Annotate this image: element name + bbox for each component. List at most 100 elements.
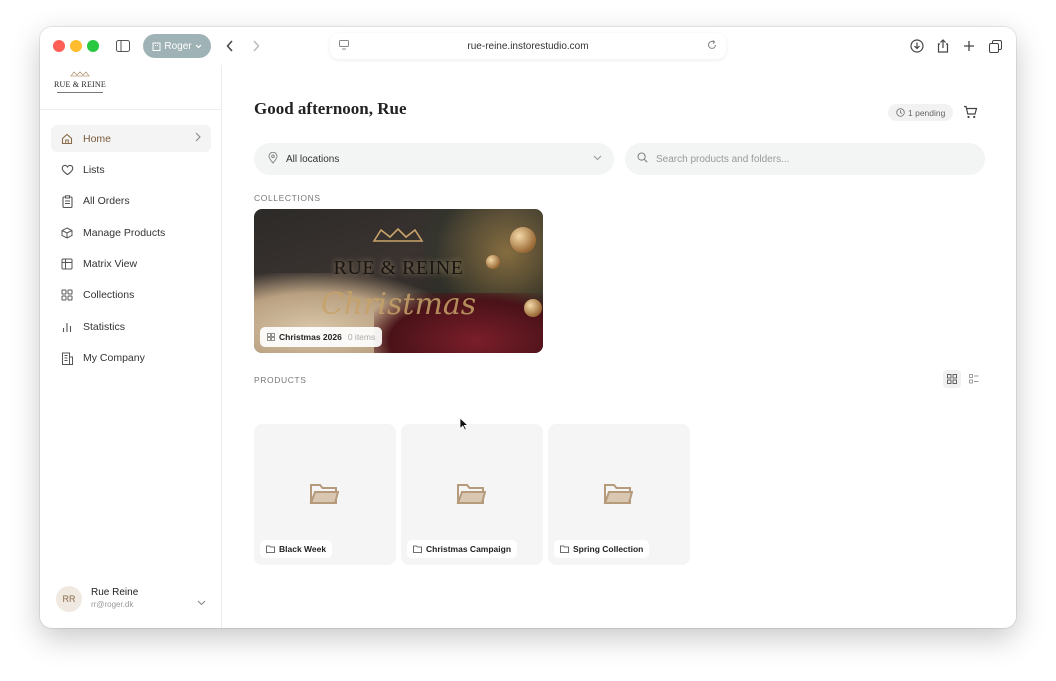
table-icon (60, 257, 74, 271)
grid-icon (60, 288, 74, 302)
location-select-value: All locations (286, 153, 340, 165)
collection-name: Christmas 2026 (279, 332, 342, 342)
logo-text: RUE & REINE (54, 80, 106, 89)
page-settings-icon[interactable] (338, 39, 350, 54)
share-icon[interactable] (932, 36, 954, 56)
minimize-window-button[interactable] (70, 40, 82, 52)
collection-card[interactable]: RUE & REINE Christmas Christmas 2026 0 i… (254, 209, 543, 353)
collection-label: Christmas 2026 0 items (260, 327, 383, 347)
collection-count: 0 items (347, 332, 376, 342)
sidebar-item-matrix-view[interactable]: Matrix View (51, 251, 211, 278)
browser-profile-button[interactable]: Roger (143, 34, 211, 58)
sidebar-item-lists[interactable]: Lists (51, 156, 211, 183)
sidebar: RUE & REINE Home Lists All Orders Manage… (40, 65, 222, 628)
folder-icon (413, 545, 422, 553)
pending-badge[interactable]: 1 pending (888, 104, 954, 121)
folder-name: Christmas Campaign (426, 544, 512, 554)
sidebar-nav: Home Lists All Orders Manage Products Ma… (51, 125, 211, 376)
user-email: rr@roger.dk (91, 600, 134, 609)
new-tab-icon[interactable] (958, 36, 980, 56)
user-name: Rue Reine (91, 587, 139, 598)
cart-icon[interactable] (963, 105, 978, 124)
products-section-label: PRODUCTS (254, 375, 307, 385)
search-placeholder: Search products and folders... (656, 153, 790, 165)
folder-icon (560, 545, 569, 553)
collection-brand-text: RUE & REINE (333, 257, 464, 279)
browser-window: Roger rue-reine.instorestudio.com RUE & … (40, 27, 1016, 628)
sidebar-item-label: Home (83, 132, 112, 145)
collections-section-label: COLLECTIONS (254, 193, 321, 203)
folder-name: Black Week (279, 544, 327, 554)
mouse-cursor-icon (459, 417, 470, 436)
close-window-button[interactable] (53, 40, 65, 52)
pending-text: 1 pending (908, 107, 946, 118)
folder-open-icon (309, 482, 340, 511)
chevron-down-icon (195, 44, 202, 48)
sidebar-toggle-icon[interactable] (112, 36, 134, 56)
user-menu[interactable]: RR Rue Reine rr@roger.dk (56, 585, 206, 613)
sidebar-item-home[interactable]: Home (51, 125, 211, 152)
avatar: RR (56, 586, 82, 612)
sidebar-item-label: Matrix View (83, 258, 138, 271)
folder-card[interactable]: Christmas Campaign (401, 424, 543, 565)
downloads-icon[interactable] (906, 36, 928, 56)
folder-label: Black Week (260, 540, 333, 558)
sidebar-item-label: Statistics (83, 320, 126, 333)
brand-logo[interactable]: RUE & REINE (54, 71, 106, 101)
sidebar-item-label: Collections (83, 289, 135, 302)
home-icon (60, 132, 74, 146)
sidebar-item-my-company[interactable]: My Company (51, 345, 211, 372)
url-text: rue-reine.instorestudio.com (467, 40, 589, 52)
folder-card[interactable]: Spring Collection (548, 424, 690, 565)
folder-open-icon (456, 482, 487, 511)
chevron-down-icon (197, 593, 206, 611)
chevron-right-icon (195, 132, 201, 145)
ornament-image (510, 227, 536, 253)
reload-icon[interactable] (706, 39, 718, 54)
logo-divider (57, 92, 103, 93)
search-icon (637, 152, 648, 166)
chevron-down-icon (593, 153, 602, 164)
sidebar-item-label: Manage Products (83, 226, 166, 239)
folder-label: Spring Collection (554, 540, 650, 558)
crown-icon (70, 71, 90, 77)
back-icon[interactable] (219, 36, 241, 56)
sidebar-divider (40, 109, 222, 110)
bar-chart-icon (60, 320, 74, 334)
forward-icon[interactable] (245, 36, 267, 56)
folder-name: Spring Collection (573, 544, 644, 554)
sidebar-item-label: All Orders (83, 195, 130, 208)
building-icon (152, 42, 161, 51)
browser-toolbar: Roger rue-reine.instorestudio.com (40, 27, 1016, 65)
tab-overview-icon[interactable] (984, 36, 1006, 56)
list-view-icon[interactable] (965, 370, 983, 388)
address-bar[interactable]: rue-reine.instorestudio.com (330, 33, 726, 59)
search-input[interactable]: Search products and folders... (625, 143, 985, 175)
sidebar-item-label: My Company (83, 352, 145, 365)
folder-icon (266, 545, 275, 553)
sidebar-item-all-orders[interactable]: All Orders (51, 188, 211, 215)
location-select[interactable]: All locations (254, 143, 614, 175)
sidebar-item-manage-products[interactable]: Manage Products (51, 219, 211, 246)
sidebar-item-statistics[interactable]: Statistics (51, 313, 211, 340)
folder-open-icon (603, 482, 634, 511)
folder-card[interactable]: Black Week (254, 424, 396, 565)
page-title: Good afternoon, Rue (254, 99, 407, 118)
sidebar-item-collections[interactable]: Collections (51, 282, 211, 309)
folder-label: Christmas Campaign (407, 540, 518, 558)
collection-script-text: Christmas (320, 287, 477, 322)
grid-view-icon[interactable] (943, 370, 961, 388)
browser-profile-label: Roger (164, 40, 192, 52)
view-toggle (943, 370, 983, 388)
grid-icon (267, 333, 275, 341)
maximize-window-button[interactable] (87, 40, 99, 52)
box-icon (60, 226, 74, 240)
heart-icon (60, 163, 74, 177)
building-icon (60, 351, 74, 365)
crown-icon (372, 227, 424, 248)
clipboard-icon (60, 194, 74, 208)
clock-icon (896, 108, 905, 117)
map-pin-icon (268, 151, 278, 167)
main-content: Good afternoon, Rue 1 pending All locati… (222, 65, 1016, 628)
sidebar-item-label: Lists (83, 163, 105, 176)
